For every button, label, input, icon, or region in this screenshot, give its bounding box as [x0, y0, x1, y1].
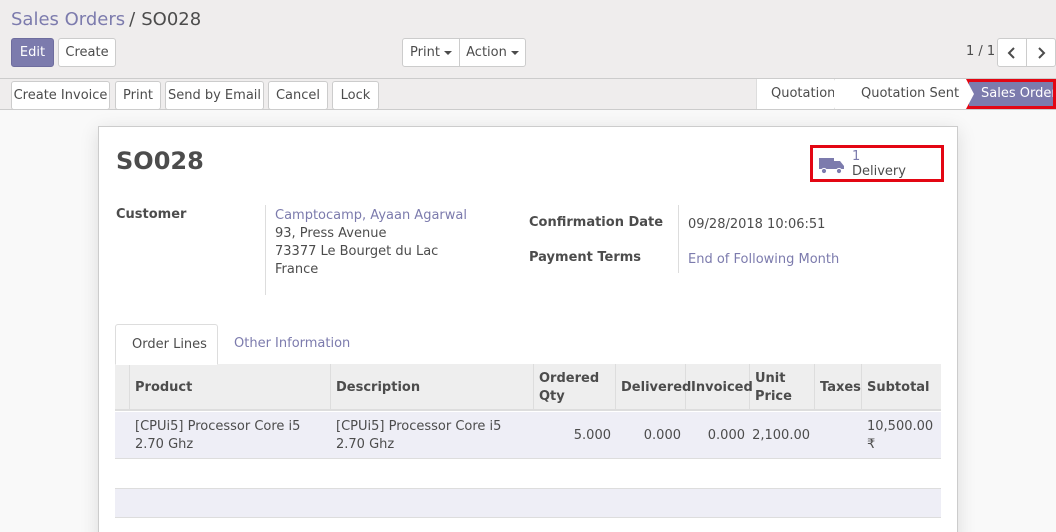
- cell-taxes: [815, 412, 862, 459]
- empty-table-row: [115, 488, 941, 518]
- pager-next-button[interactable]: [1026, 38, 1056, 67]
- truck-icon: [819, 158, 844, 174]
- field-divider: [265, 205, 266, 295]
- action-dropdown-label: Action: [466, 45, 507, 60]
- stage-arrow: [834, 79, 842, 109]
- lock-button[interactable]: Lock: [332, 81, 379, 110]
- chevron-left-icon: [1007, 46, 1015, 59]
- cell-unit-price: 2,100.00: [752, 427, 810, 443]
- control-panel: Sales Orders / SO028 Edit Create Print Act…: [0, 0, 1056, 78]
- column-header-unit-price[interactable]: Unit Price: [750, 364, 815, 411]
- form-sheet: SO028 1 Delivery Customer Camptocamp, Ay…: [98, 126, 958, 532]
- print-dropdown-label: Print: [410, 45, 440, 60]
- address-line: 93, Press Avenue: [275, 226, 387, 241]
- breadcrumb-separator: /: [129, 9, 136, 30]
- status-stages: Quotation Quotation Sent Sales Order: [756, 79, 1056, 109]
- delivery-smart-button[interactable]: 1 Delivery: [810, 145, 944, 182]
- cell-ordered-qty: 5.000: [573, 427, 611, 443]
- cell-invoiced: 0.000: [707, 427, 745, 443]
- table-header: Product Description Ordered Qty Delivere…: [115, 364, 941, 411]
- breadcrumb: Sales Orders / SO028: [11, 9, 201, 30]
- column-header-taxes[interactable]: Taxes: [815, 364, 862, 411]
- breadcrumb-sales-orders[interactable]: Sales Orders: [11, 9, 125, 30]
- edit-button[interactable]: Edit: [11, 38, 54, 67]
- payment-terms-label: Payment Terms: [529, 250, 642, 265]
- stage-arrow: [966, 79, 974, 109]
- handle-column-header: [115, 364, 130, 411]
- delivery-label: Delivery: [852, 164, 906, 179]
- print-dropdown-button[interactable]: Print: [402, 38, 460, 67]
- stage-quotation-sent-label: Quotation Sent: [861, 86, 960, 101]
- payment-terms-link[interactable]: End of Following Month: [688, 252, 839, 267]
- cell-subtotal: 10,500.00 ₹: [867, 418, 934, 452]
- customer-label: Customer: [116, 207, 187, 222]
- create-button[interactable]: Create: [58, 38, 116, 67]
- tab-order-lines[interactable]: Order Lines: [115, 324, 218, 365]
- delivery-count: 1: [852, 149, 861, 164]
- page-title: SO028: [116, 147, 204, 175]
- stage-sales-order[interactable]: Sales Order: [966, 79, 1056, 109]
- create-invoice-button[interactable]: Create Invoice: [11, 81, 110, 110]
- caret-down-icon: [443, 50, 452, 55]
- statusbar: Create Invoice Print Send by Email Cance…: [0, 78, 1056, 110]
- customer-address: Camptocamp, Ayaan Agarwal 93, Press Aven…: [275, 207, 467, 279]
- action-dropdown-button[interactable]: Action: [459, 38, 526, 67]
- column-header-ordered-qty[interactable]: Ordered Qty: [534, 364, 616, 411]
- confirmation-date-value: 09/28/2018 10:06:51: [688, 217, 826, 232]
- field-divider: [678, 205, 679, 273]
- cell-description: [CPUi5] Processor Core i5 2.70 Ghz: [336, 418, 502, 452]
- stage-quotation-label: Quotation: [771, 86, 836, 101]
- column-header-invoiced[interactable]: Invoiced: [686, 364, 753, 411]
- pager-value[interactable]: 1 / 1: [966, 44, 995, 59]
- cell-delivered: 0.000: [643, 427, 681, 443]
- stage-sales-order-label: Sales Order: [981, 86, 1056, 101]
- stage-quotation[interactable]: Quotation: [756, 79, 842, 109]
- column-header-description[interactable]: Description: [331, 364, 534, 411]
- confirmation-date-label: Confirmation Date: [529, 215, 664, 230]
- column-header-delivered[interactable]: Delivered: [616, 364, 691, 411]
- address-line: France: [275, 262, 319, 277]
- column-header-product[interactable]: Product: [130, 364, 331, 411]
- print-button[interactable]: Print: [115, 81, 161, 110]
- customer-name-link[interactable]: Camptocamp, Ayaan Agarwal: [275, 207, 467, 225]
- cancel-button[interactable]: Cancel: [268, 81, 328, 110]
- tab-other-information[interactable]: Other Information: [218, 324, 354, 365]
- column-header-subtotal[interactable]: Subtotal: [862, 364, 941, 411]
- table-row[interactable]: [CPUi5] Processor Core i5 2.70 Ghz [CPUi…: [115, 412, 941, 459]
- send-by-email-button[interactable]: Send by Email: [165, 81, 264, 110]
- stage-quotation-sent[interactable]: Quotation Sent: [834, 79, 974, 109]
- pager-previous-button[interactable]: [997, 38, 1027, 67]
- chevron-right-icon: [1038, 46, 1046, 59]
- breadcrumb-current: SO028: [141, 9, 202, 30]
- address-line: 73377 Le Bourget du Lac: [275, 244, 439, 259]
- cell-product: [CPUi5] Processor Core i5 2.70 Ghz: [135, 418, 301, 452]
- caret-down-icon: [510, 50, 519, 55]
